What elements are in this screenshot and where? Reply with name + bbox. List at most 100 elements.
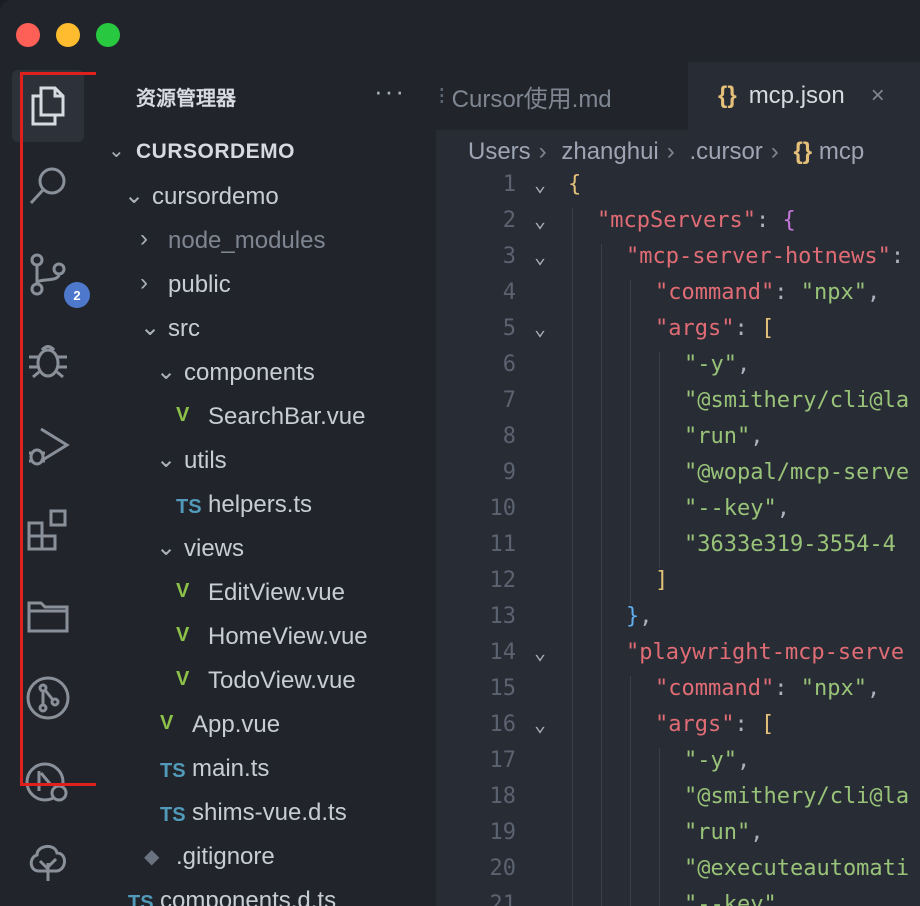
indent-guide [630, 280, 631, 316]
chevron-right-icon: › [140, 225, 148, 252]
tree-item[interactable]: ⌄ cursordemo [96, 176, 436, 220]
code-text: "playwright-mcp-serve [626, 640, 905, 665]
code-line: 2 ⌄ "mcpServers": { [436, 208, 920, 244]
tree-item[interactable]: V TodoView.vue [96, 660, 436, 704]
tree-item[interactable]: › node_modules [96, 220, 436, 264]
more-actions-button[interactable]: ··· [374, 76, 406, 107]
breadcrumb-item[interactable]: .cursor [689, 138, 762, 165]
indent-guide [601, 748, 602, 784]
line-number: 12 [489, 568, 517, 593]
tree-item[interactable]: TS main.ts [96, 748, 436, 792]
fold-chevron-icon[interactable]: ⌄ [534, 244, 546, 268]
breadcrumb-item[interactable]: mcp [819, 138, 864, 165]
tree-item[interactable]: ⌄ views [96, 528, 436, 572]
indent-guide [630, 496, 631, 532]
code-text: ] [655, 568, 669, 593]
indent-guide [601, 712, 602, 748]
git-lens-button[interactable] [12, 746, 84, 818]
source-control-button[interactable]: 2 [12, 238, 90, 310]
tree-item[interactable]: › public [96, 264, 436, 308]
project-root[interactable]: ⌄ CURSORDEMO [96, 132, 436, 172]
indent-guide [601, 424, 602, 460]
breadcrumb-item[interactable]: zhanghui [561, 138, 658, 165]
close-tab-button[interactable]: × [871, 82, 885, 110]
indent-guide [572, 532, 573, 568]
tree-item-label: App.vue [192, 711, 281, 738]
code-line: 4 "command": "npx", [436, 280, 920, 316]
indent-guide [601, 784, 602, 820]
tree-item[interactable]: ⌄ utils [96, 440, 436, 484]
minimize-window-button[interactable] [56, 23, 80, 47]
ts-file-icon: TS [176, 496, 202, 518]
extensions-button[interactable] [12, 494, 84, 566]
tree-item-label: public [168, 271, 231, 298]
tree-item[interactable]: V App.vue [96, 704, 436, 748]
fold-chevron-icon[interactable]: ⌄ [534, 316, 546, 340]
tree-item[interactable]: ◆ .gitignore [96, 836, 436, 880]
line-number: 1 [502, 172, 516, 197]
tree-item-label: EditView.vue [208, 579, 345, 606]
fold-chevron-icon[interactable]: ⌄ [534, 208, 546, 232]
indent-guide [572, 496, 573, 532]
indent-guide [659, 784, 660, 820]
indent-guide [572, 424, 573, 460]
tree-item[interactable]: V HomeView.vue [96, 616, 436, 660]
folders-button[interactable] [12, 578, 84, 650]
fold-chevron-icon[interactable]: ⌄ [534, 640, 546, 664]
indent-guide [601, 568, 602, 604]
line-number: 7 [502, 388, 516, 413]
line-number: 21 [489, 892, 517, 906]
tree-item[interactable]: TS shims-vue.d.ts [96, 792, 436, 836]
tree-item[interactable]: ⌄ components [96, 352, 436, 396]
code-line: 8 "run", [436, 424, 920, 460]
run-debug-button[interactable] [12, 410, 84, 482]
tree-item[interactable]: ⌄ src [96, 308, 436, 352]
indent-guide [659, 496, 660, 532]
code-line: 12] [436, 568, 920, 604]
code-editor[interactable]: Users › zhanghui › .cursor › {} mcp 1 ⌄ {2 ⌄ "m… [436, 130, 920, 906]
tree-item[interactable]: V EditView.vue [96, 572, 436, 616]
line-number: 6 [502, 352, 516, 377]
indent-guide [630, 748, 631, 784]
indent-guide [630, 568, 631, 604]
source-control-badge: 2 [64, 282, 90, 308]
git-graph-button[interactable] [12, 662, 84, 734]
tree-item[interactable]: TS components.d.ts [96, 880, 436, 906]
tree-button[interactable] [12, 826, 84, 898]
close-window-button[interactable] [16, 23, 40, 47]
vue-file-icon: V [160, 712, 174, 734]
fold-chevron-icon[interactable]: ⌄ [534, 712, 546, 736]
chevron-right-icon: › [140, 269, 148, 296]
tree-item[interactable]: V SearchBar.vue [96, 396, 436, 440]
sidebar-header: 资源管理器 ··· [96, 62, 436, 128]
debug-button[interactable] [12, 324, 84, 396]
breadcrumb-item[interactable]: Users [468, 138, 531, 165]
code-text: "mcp-server-hotnews": [626, 244, 905, 269]
fold-chevron-icon[interactable]: ⌄ [534, 172, 546, 196]
tree-item[interactable]: TS helpers.ts [96, 484, 436, 528]
chevron-down-icon: ⌄ [108, 140, 125, 162]
maximize-window-button[interactable] [96, 23, 120, 47]
search-button[interactable] [12, 150, 84, 222]
editor-window: 2 资源管理器 ··· ⌄ CURSORDEMO ⌄ cursordemo › … [0, 0, 920, 906]
explorer-button[interactable] [12, 70, 84, 142]
indent-guide [601, 604, 602, 640]
line-number: 3 [502, 244, 516, 269]
tab-cursor-md[interactable]: ⁝ Cursor使用.md [436, 62, 689, 130]
line-number: 14 [489, 640, 517, 665]
breadcrumb: Users › zhanghui › .cursor › {} mcp [468, 138, 865, 165]
indent-guide [601, 856, 602, 892]
line-number: 11 [489, 532, 517, 557]
indent-guide [601, 388, 602, 424]
indent-guide [630, 388, 631, 424]
indent-guide [630, 352, 631, 388]
indent-guide [572, 208, 573, 244]
indent-guide [659, 820, 660, 856]
indent-guide [630, 820, 631, 856]
code-line: 9 "@wopal/mcp-serve [436, 460, 920, 496]
vue-file-icon: V [176, 404, 190, 426]
tab-bar: ⁝ Cursor使用.md {} mcp.json × [436, 62, 920, 130]
indent-guide [630, 856, 631, 892]
line-number: 17 [489, 748, 517, 773]
tab-mcp-json[interactable]: {} mcp.json × [688, 62, 920, 130]
